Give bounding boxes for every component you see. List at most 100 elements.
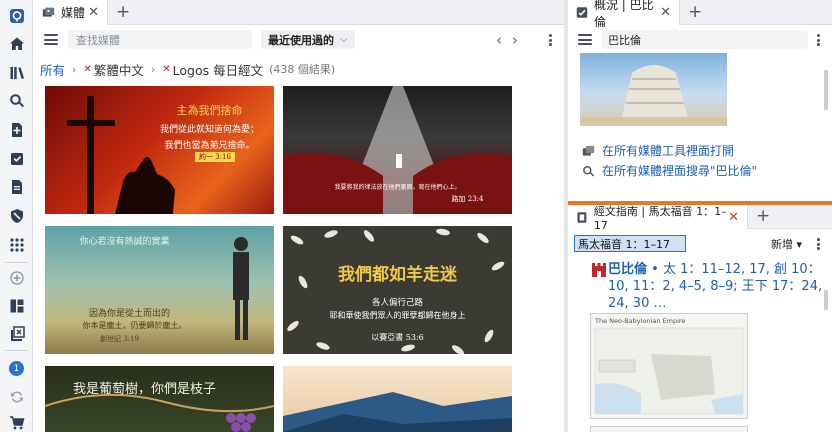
- passage-guide-entry: 巴比倫 • 太 1：11–12, 17, 創 10：10, 11：2, 4–5,…: [608, 261, 830, 312]
- breadcrumb-filter-collection[interactable]: Logos 每日經文: [173, 60, 263, 79]
- home-icon[interactable]: [6, 33, 27, 54]
- menu-icon[interactable]: [578, 34, 592, 45]
- chevron-down-icon: ⌵: [340, 34, 348, 45]
- guide-tabbar: 經文指南 | 馬太福音 1：1–17 ✕ +: [568, 204, 832, 232]
- nav-arrows[interactable]: ‹›: [496, 31, 528, 49]
- new-tab-button[interactable]: +: [116, 3, 130, 21]
- more-options-icon[interactable]: [816, 238, 820, 250]
- left-rail: 1: [0, 0, 33, 432]
- tab-passage-guide-label: 經文指南 | 馬太福音 1：1–17: [593, 204, 727, 232]
- media-tool-icon: [582, 145, 595, 156]
- map-shapes: [594, 327, 744, 415]
- passage-guide-icon: [577, 211, 587, 223]
- thumb-title: 主為我們捨命: [176, 104, 243, 117]
- media-thumbnail[interactable]: [283, 366, 512, 432]
- more-options-icon[interactable]: [816, 34, 820, 46]
- entry-title[interactable]: 巴比倫: [608, 262, 647, 277]
- result-count: (438 個結果): [269, 63, 336, 76]
- rail-divider: [5, 262, 28, 263]
- place-icon: [592, 263, 606, 277]
- media-search-input[interactable]: 查找媒體: [68, 30, 252, 49]
- thumb-title: 我是葡萄樹，你們是枝子: [72, 382, 216, 397]
- reference-input[interactable]: 馬太福音 1：1–17: [574, 235, 686, 252]
- scrollbar[interactable]: [824, 290, 828, 310]
- breadcrumb-filter-language[interactable]: 繁體中文: [94, 60, 144, 79]
- breadcrumb: 所有 › ✕ 繁體中文 › ✕ Logos 每日經文 (438 個結果): [34, 58, 335, 80]
- thumb-line: 我們從此就知道何為愛；: [159, 125, 259, 135]
- close-icon[interactable]: ✕: [88, 5, 99, 20]
- search-icon[interactable]: [6, 90, 27, 111]
- library-icon[interactable]: [6, 62, 27, 83]
- thumb-reference: 路加 23:4: [451, 195, 484, 203]
- media-thumbnail[interactable]: 我們都如羊走迷 各人偏行己路 耶和華使我們眾人的罪孽都歸在他身上 以賽亞書 53…: [283, 226, 512, 354]
- cart-icon[interactable]: [6, 412, 27, 432]
- scrollbar[interactable]: [824, 70, 828, 110]
- factbook-toolbar: 巴比倫: [568, 26, 832, 53]
- open-in-media-label[interactable]: 在所有媒體工具裡面打開: [602, 141, 734, 161]
- media-tabbar: 媒體 ✕ +: [34, 0, 564, 25]
- thumb-reference: 約一 3:16: [195, 152, 235, 162]
- close-icon[interactable]: ✕: [660, 5, 671, 20]
- new-tab-button[interactable]: +: [688, 3, 702, 21]
- thumb-reference: 以賽亞書 53:6: [371, 333, 424, 342]
- tower-icon: [580, 65, 727, 126]
- close-icon[interactable]: ✕: [728, 210, 739, 225]
- notification-icon[interactable]: 1: [6, 358, 27, 379]
- media-thumbnail[interactable]: 我要將我的律法放在他們裏面，寫在他們心上。 路加 23:4: [283, 86, 512, 214]
- media-thumbnail[interactable]: 你心若沒有熱誠的實業 因為你是從土而出的 你本是塵土，仍要歸於塵土。 創世記 3…: [45, 226, 274, 354]
- thumb-title: 你心若沒有熱誠的實業: [79, 237, 170, 247]
- factbook-tabbar: 概況 | 巴比倫 ✕ +: [568, 0, 832, 29]
- babel-tower-image[interactable]: [580, 53, 727, 126]
- factbook-search-input[interactable]: 巴比倫: [602, 30, 808, 49]
- sync-icon[interactable]: [6, 386, 27, 407]
- add-circle-icon[interactable]: [6, 267, 27, 288]
- sort-dropdown[interactable]: 最近使用過的 ⌵: [261, 30, 355, 49]
- tab-media[interactable]: 媒體 ✕: [34, 0, 108, 25]
- checklist-icon[interactable]: [6, 148, 27, 169]
- search-media-link[interactable]: 在所有媒體裡面搜尋"巴比倫": [582, 161, 757, 181]
- guide-toolbar: 馬太福音 1：1–17 新增 ▾: [568, 230, 832, 257]
- mountain-icon: [283, 392, 512, 432]
- layout-icon[interactable]: [6, 295, 27, 316]
- media-thumbnail[interactable]: 我是葡萄樹，你們是枝子: [45, 366, 274, 432]
- add-document-icon[interactable]: [6, 119, 27, 140]
- breadcrumb-separator: ›: [150, 62, 156, 76]
- menu-icon[interactable]: [44, 34, 58, 45]
- media-links: 在所有媒體工具裡面打開 在所有媒體裡面搜尋"巴比倫": [582, 141, 757, 181]
- media-toolbar: 查找媒體 最近使用過的 ⌵ ‹›: [34, 26, 564, 53]
- media-panel: 媒體 ✕ + 查找媒體 最近使用過的 ⌵ ‹› 所有 › ✕ 繁體中文 › ✕ …: [34, 0, 564, 432]
- logos-logo-icon[interactable]: [6, 5, 27, 26]
- breadcrumb-all[interactable]: 所有: [40, 60, 65, 79]
- new-dropdown[interactable]: 新增 ▾: [771, 236, 802, 252]
- media-thumbnail[interactable]: 主為我們捨命 我們從此就知道何為愛； 我們也當為弟兄捨命。 約一 3:16: [45, 86, 274, 214]
- breadcrumb-separator: ›: [72, 62, 77, 76]
- remove-filter-icon[interactable]: ✕: [162, 64, 170, 75]
- factbook-icon: [576, 7, 588, 18]
- grapes-icon: [45, 393, 274, 432]
- notification-badge[interactable]: 1: [9, 361, 24, 376]
- tab-media-label: 媒體: [61, 6, 86, 20]
- search-media-label[interactable]: 在所有媒體裡面搜尋"巴比倫": [602, 161, 757, 181]
- thumb-line: 耶和華使我們眾人的罪孽都歸在他身上: [329, 311, 466, 320]
- shield-icon[interactable]: [6, 205, 27, 226]
- tab-passage-guide[interactable]: 經文指南 | 馬太福音 1：1–17 ✕: [568, 204, 748, 232]
- thumb-line: 因為你是從土而出的: [88, 309, 170, 319]
- open-in-media-link[interactable]: 在所有媒體工具裡面打開: [582, 141, 757, 161]
- thumb-line: 我要將我的律法放在他們裏面，寫在他們心上。: [334, 184, 461, 191]
- thumb-line: 我們也當為弟兄捨命。: [164, 141, 255, 151]
- new-tab-button[interactable]: +: [756, 207, 770, 225]
- close-panels-icon[interactable]: [6, 323, 27, 344]
- more-options-icon[interactable]: [548, 34, 552, 46]
- media-icon: [42, 7, 55, 17]
- map-image[interactable]: [590, 426, 748, 432]
- search-icon: [583, 165, 595, 177]
- remove-filter-icon[interactable]: ✕: [83, 64, 91, 75]
- document-icon[interactable]: [6, 176, 27, 197]
- thumb-line: 各人偏行己路: [371, 298, 423, 308]
- tab-factbook[interactable]: 概況 | 巴比倫 ✕: [568, 0, 680, 29]
- thumb-line: 你本是塵土，仍要歸於塵土。: [82, 321, 187, 330]
- new-label: 新增: [770, 237, 793, 251]
- apps-icon[interactable]: [6, 234, 27, 255]
- map-image[interactable]: The Neo-Babylonian Empire: [590, 313, 748, 419]
- rail-divider: [5, 350, 28, 351]
